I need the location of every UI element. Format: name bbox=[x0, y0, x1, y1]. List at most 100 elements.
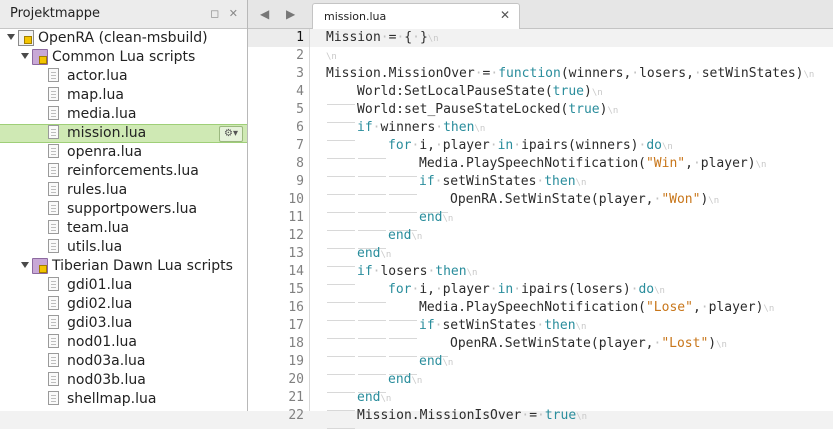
tree-item-label: gdi01.lua bbox=[67, 277, 133, 293]
tree-item-folder[interactable]: Tiberian Dawn Lua scripts bbox=[0, 257, 247, 276]
tree-item-file[interactable]: shellmap.lua bbox=[0, 390, 247, 409]
tree-item-file[interactable]: supportpowers.lua bbox=[0, 200, 247, 219]
tree-item-folder[interactable]: Common Lua scripts bbox=[0, 48, 247, 67]
tree-item-file[interactable]: nod01.lua bbox=[0, 333, 247, 352]
tree-item-file[interactable]: gdi02.lua bbox=[0, 295, 247, 314]
tab-close-icon[interactable]: ✕ bbox=[500, 8, 510, 22]
code-keyword: if bbox=[419, 174, 435, 189]
code-text: player bbox=[442, 282, 490, 297]
expand-arrow-icon[interactable] bbox=[6, 32, 16, 42]
space-marker: · bbox=[434, 282, 443, 297]
tree-item-label: media.lua bbox=[67, 106, 137, 122]
code-text: i, bbox=[419, 282, 435, 297]
code-text: i, bbox=[419, 138, 435, 153]
code-keyword: for bbox=[388, 138, 412, 153]
project-panel-header: Projektmappe ◻ ✕ bbox=[0, 0, 247, 29]
tree-item-label: reinforcements.lua bbox=[67, 163, 199, 179]
code-text: player bbox=[442, 138, 490, 153]
code-keyword: then bbox=[443, 120, 475, 135]
code-text: OpenRA.SetWinState(player, bbox=[450, 192, 654, 207]
code-keyword: end bbox=[357, 246, 381, 261]
code-editor: ◀ ▶ mission.lua ✕ 1 2 3 4 5 6 7 8 9 10 11 12 13 14 15 1… bbox=[248, 0, 833, 429]
code-string: "Lose" bbox=[645, 300, 693, 315]
code-text: player) bbox=[708, 300, 764, 315]
tree-item-file[interactable]: nod03b.lua bbox=[0, 371, 247, 390]
line-number: 17 bbox=[288, 318, 304, 333]
lua-file-icon bbox=[48, 144, 59, 158]
tree-item-file[interactable]: actor.lua bbox=[0, 67, 247, 86]
expand-arrow-icon[interactable] bbox=[20, 260, 30, 270]
code-text: Media.PlaySpeechNotification( bbox=[419, 300, 646, 315]
tree-item-file[interactable]: team.lua bbox=[0, 219, 247, 238]
tree-item-label: team.lua bbox=[67, 220, 130, 236]
lua-file-icon bbox=[48, 220, 59, 234]
tree-item-file[interactable]: map.lua bbox=[0, 86, 247, 105]
code-line: if·winners·then\n bbox=[326, 119, 485, 141]
code-line: end\n bbox=[326, 353, 453, 375]
code-line: end\n bbox=[326, 389, 391, 411]
tree-item-label: OpenRA (clean-msbuild) bbox=[38, 30, 208, 46]
panel-window-controls[interactable]: ◻ ✕ bbox=[210, 7, 241, 20]
code-keyword: end bbox=[419, 354, 443, 369]
lua-file-icon bbox=[48, 296, 59, 310]
eol-marker: \n bbox=[411, 232, 423, 242]
eol-marker: \n bbox=[380, 250, 392, 260]
tree-item-label: Common Lua scripts bbox=[52, 49, 196, 65]
line-number: 22 bbox=[288, 408, 304, 423]
tree-item-label: openra.lua bbox=[67, 144, 143, 160]
tree-item-file[interactable]: gdi01.lua bbox=[0, 276, 247, 295]
tree-item-project[interactable]: OpenRA (clean-msbuild) bbox=[0, 29, 247, 48]
code-text: ipairs(winners) bbox=[521, 138, 639, 153]
tree-item-label: actor.lua bbox=[67, 68, 128, 84]
lua-file-icon bbox=[48, 87, 59, 101]
eol-marker: \n bbox=[661, 142, 673, 152]
space-marker: · bbox=[489, 138, 498, 153]
line-number: 8 bbox=[296, 156, 304, 171]
tree-item-file[interactable]: gdi03.lua bbox=[0, 314, 247, 333]
code-keyword: do bbox=[638, 282, 655, 297]
code-line: if·setWinStates·then\n bbox=[326, 317, 586, 339]
space-marker: · bbox=[513, 138, 522, 153]
nav-back-icon[interactable]: ◀ bbox=[260, 7, 269, 21]
code-string: "Won" bbox=[661, 192, 701, 207]
code-text: World:set_PauseStateLocked( bbox=[357, 102, 569, 117]
code-line: OpenRA.SetWinState(player,·"Lost")\n bbox=[326, 335, 727, 357]
line-number: 21 bbox=[288, 390, 304, 405]
code-line: if·losers·then\n bbox=[326, 263, 477, 285]
code-text: ) bbox=[583, 84, 592, 99]
lua-file-icon bbox=[48, 125, 59, 139]
code-area[interactable]: Mission·=·{·}\n \n Mission.MissionOver·=·f… bbox=[310, 29, 833, 429]
code-keyword: in bbox=[497, 138, 514, 153]
tree-item-file[interactable]: nod03a.lua bbox=[0, 352, 247, 371]
tree-item-file[interactable]: rules.lua bbox=[0, 181, 247, 200]
expand-arrow-icon[interactable] bbox=[20, 51, 30, 61]
eol-marker: \n bbox=[591, 88, 603, 98]
line-number: 12 bbox=[288, 228, 304, 243]
code-text: Media.PlaySpeechNotification( bbox=[419, 156, 646, 171]
tree-item-file[interactable]: openra.lua bbox=[0, 143, 247, 162]
tab-mission-lua[interactable]: mission.lua ✕ bbox=[312, 3, 520, 29]
tree-item-file[interactable]: utils.lua bbox=[0, 238, 247, 257]
tree-item-file[interactable]: media.lua bbox=[0, 105, 247, 124]
code-string: "Win" bbox=[645, 156, 686, 171]
tree-item-label: nod01.lua bbox=[67, 334, 137, 350]
code-keyword: if bbox=[357, 264, 373, 279]
gear-icon[interactable]: ⚙▾ bbox=[219, 126, 243, 142]
code-text: OpenRA.SetWinState(player, bbox=[450, 336, 654, 351]
space-marker: · bbox=[692, 156, 701, 171]
tree-item-file[interactable]: mission.lua ⚙▾ bbox=[0, 124, 247, 143]
tree-item-label: utils.lua bbox=[67, 239, 123, 255]
tree-item-file[interactable]: reinforcements.lua bbox=[0, 162, 247, 181]
lua-file-icon bbox=[48, 182, 59, 196]
code-line: Media.PlaySpeechNotification("Lose",·pla… bbox=[326, 299, 774, 321]
nav-forward-icon[interactable]: ▶ bbox=[286, 7, 295, 21]
code-keyword: end bbox=[388, 372, 412, 387]
code-text: World:SetLocalPauseState( bbox=[357, 84, 553, 99]
folder-icon bbox=[32, 49, 48, 65]
line-number: 6 bbox=[296, 120, 304, 135]
code-text: , bbox=[685, 156, 693, 171]
code-text: setWinStates bbox=[442, 174, 537, 189]
project-icon bbox=[18, 30, 34, 46]
lua-file-icon bbox=[48, 106, 59, 120]
code-text: ) bbox=[708, 336, 717, 351]
